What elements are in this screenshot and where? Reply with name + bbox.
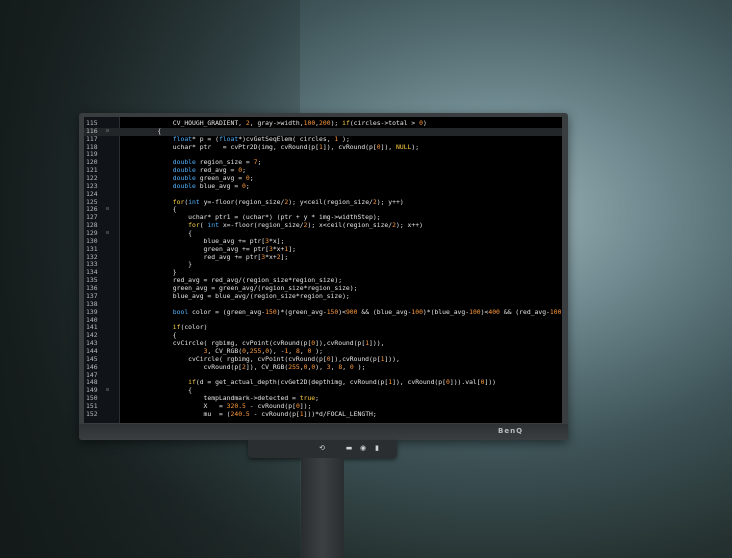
monitor-bezel: [79, 424, 568, 440]
fold-toggle-icon[interactable]: ⊟: [106, 206, 116, 214]
code-text: for(int y=-floor(region_size/2); y<ceil(…: [172, 197, 404, 206]
code-line[interactable]: 139 bool color = (green_avg-150)*(green_…: [84, 307, 562, 317]
fold-toggle-icon[interactable]: ⊟: [106, 387, 116, 395]
menu-icon[interactable]: ▬: [345, 444, 353, 452]
code-editor-screen[interactable]: 115 CV_HOUGH_GRADIENT, 2, gray->width,10…: [84, 117, 562, 423]
fold-toggle-icon[interactable]: ⊟: [106, 128, 116, 136]
code-text: double blue_avg = 0;: [172, 181, 250, 190]
code-text: bool color = (green_avg-150)*(green_avg-…: [172, 307, 562, 316]
code-line[interactable]: 123 double blue_avg = 0;: [84, 181, 562, 191]
settings-icon[interactable]: ◉: [359, 444, 367, 452]
code-line[interactable]: 137 blue_avg = blue_avg/(region_size*reg…: [84, 291, 562, 301]
touch-icon[interactable]: ⟲: [318, 444, 326, 452]
code-text: uchar* ptr = cvPtr2D(img, cvRound(p[1]),…: [142, 142, 420, 151]
code-text: mu = (240.5 - cvRound(p[1]))*d/FOCAL_LEN…: [142, 409, 377, 418]
code-line[interactable]: 152 mu = (240.5 - cvRound(p[1]))*d/FOCAL…: [84, 409, 562, 419]
code-line[interactable]: 146 cvRound(p[2]), CV_RGB(255,0,0), 3, 8…: [84, 362, 562, 372]
line-number: 152: [86, 409, 98, 418]
code-text: blue_avg = blue_avg/(region_size*region_…: [142, 291, 350, 300]
code-line[interactable]: 118 uchar* ptr = cvPtr2D(img, cvRound(p[…: [84, 142, 562, 152]
fold-toggle-icon[interactable]: ⊟: [106, 230, 116, 238]
code-text: if(d = get_actual_depth(cvGet2D(depthimg…: [188, 378, 497, 387]
monitor-stand: [301, 458, 344, 558]
power-icon[interactable]: ▮: [373, 444, 381, 452]
code-text: CV_HOUGH_GRADIENT, 2, gray->width,100,20…: [142, 119, 427, 127]
brand-logo: BenQ: [498, 427, 524, 435]
code-text: cvRound(p[2]), CV_RGB(255,0,0), 3, 8, 0 …: [142, 362, 366, 371]
